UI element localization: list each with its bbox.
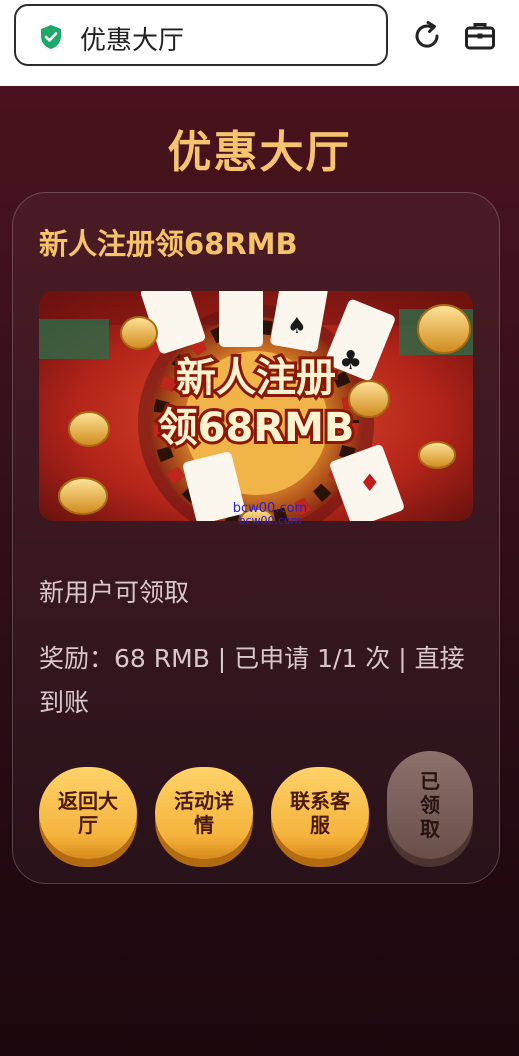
watermark-line-2: bcw00.com [238,514,302,527]
back-to-hall-button[interactable]: 返回大厅 [39,767,137,859]
svg-text:♣: ♣ [339,346,362,376]
promo-description: 新用户可领取 [39,578,190,607]
promo-banner-image: ♣ ♠ ♦ 新人注册 领68RMB [39,291,473,521]
svg-text:♦: ♦ [359,469,381,497]
svg-text:♠: ♠ [287,314,307,339]
shield-check-icon [41,25,61,49]
promo-title: 新人注册领68RMB [39,227,298,261]
address-text: 优惠大厅 [80,26,185,56]
promo-reward-info: 奖励：68 RMB | 已申请 1/1 次 | 直接到账 [39,644,465,717]
briefcase-icon[interactable] [463,19,497,53]
contact-support-button[interactable]: 联系客服 [271,767,369,859]
watermark: bcw00.com bcw00.com [225,502,315,527]
activity-details-button[interactable]: 活动详情 [155,767,253,859]
banner-headline-2: 领68RMB [158,405,355,451]
banner-headline-1: 新人注册 [176,355,336,401]
claimed-button[interactable]: 已领取 [387,751,473,859]
reload-icon[interactable] [410,19,444,53]
address-bar[interactable]: 优惠大厅 [14,4,388,66]
promotion-page: 优惠大厅 新人注册领68RMB ♣ ♠ ♦ 新人注册 领68RMB bcw00.… [0,86,519,1056]
browser-toolbar: 优惠大厅 [0,0,519,86]
promo-card: 新人注册领68RMB ♣ ♠ ♦ 新人注册 领68RMB bcw00.com b… [12,192,500,884]
page-title: 优惠大厅 [167,127,352,178]
